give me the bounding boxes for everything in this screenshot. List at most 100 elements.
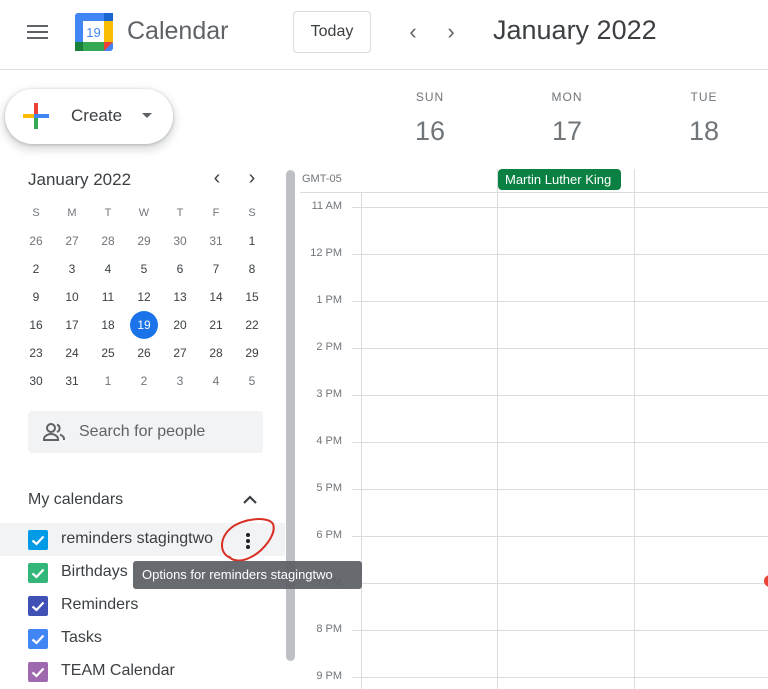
calendar-item[interactable]: TEAM Calendar: [0, 655, 285, 688]
mini-day[interactable]: 13: [162, 283, 198, 311]
chevron-left-icon: ‹: [409, 19, 417, 44]
search-people-placeholder: Search for people: [79, 423, 206, 440]
weekday-label: T: [104, 207, 112, 219]
hour-gridline: [352, 207, 768, 208]
mini-day[interactable]: 8: [234, 255, 270, 283]
day-header: MON 17: [499, 90, 635, 147]
mini-calendar-next-button[interactable]: ›: [240, 167, 264, 191]
weekday-label: T: [176, 207, 184, 219]
hamburger-line: [27, 31, 48, 33]
mini-day[interactable]: 23: [18, 339, 54, 367]
mini-day[interactable]: 11: [90, 283, 126, 311]
calendar-checkbox[interactable]: [28, 662, 48, 682]
hour-gridline: [352, 254, 768, 255]
mini-day[interactable]: 29: [234, 339, 270, 367]
more-vert-icon: [246, 533, 250, 537]
hour-gridline: [352, 395, 768, 396]
mini-day[interactable]: 28: [90, 227, 126, 255]
calendar-checkbox[interactable]: [28, 563, 48, 583]
week-row: 30 31 1 2 3 4 5: [18, 367, 270, 395]
mini-day[interactable]: 26: [18, 227, 54, 255]
mini-day[interactable]: 3: [54, 255, 90, 283]
hour-label: 8 PM: [316, 623, 342, 635]
main-menu-button[interactable]: [22, 20, 52, 50]
day-number[interactable]: 17: [499, 116, 635, 147]
mini-day[interactable]: 14: [198, 283, 234, 311]
day-number[interactable]: 18: [636, 116, 768, 147]
mini-day[interactable]: 5: [234, 367, 270, 395]
plus-icon: [23, 103, 49, 129]
mini-day[interactable]: 18: [90, 311, 126, 339]
mini-day[interactable]: 3: [162, 367, 198, 395]
mini-day[interactable]: 26: [126, 339, 162, 367]
hour-label: 3 PM: [316, 388, 342, 400]
mini-day[interactable]: 21: [198, 311, 234, 339]
mini-calendar-prev-button[interactable]: ‹: [205, 167, 229, 191]
mini-day-today[interactable]: 19: [126, 311, 162, 339]
mini-day[interactable]: 2: [18, 255, 54, 283]
weekday-label: M: [67, 207, 77, 219]
all-day-divider: [300, 192, 768, 193]
calendar-checkbox[interactable]: [28, 629, 48, 649]
my-calendars-collapse-button[interactable]: [238, 488, 262, 512]
mini-day[interactable]: 20: [162, 311, 198, 339]
day-of-week-label: TUE: [690, 90, 718, 104]
create-button[interactable]: Create: [5, 89, 173, 144]
hour-gridline: [352, 301, 768, 302]
all-day-event-chip[interactable]: Martin Luther King: [498, 169, 621, 190]
mini-day[interactable]: 9: [18, 283, 54, 311]
mini-day[interactable]: 27: [54, 227, 90, 255]
previous-period-button[interactable]: ‹: [398, 18, 428, 48]
hour-label: 6 PM: [316, 529, 342, 541]
calendar-item[interactable]: reminders stagingtwo: [0, 523, 285, 556]
mini-day[interactable]: 2: [126, 367, 162, 395]
hour-gridline: [352, 583, 768, 584]
mini-day[interactable]: 31: [198, 227, 234, 255]
calendar-item[interactable]: Reminders: [0, 589, 285, 622]
mini-day[interactable]: 16: [18, 311, 54, 339]
current-period-title: January 2022: [493, 15, 657, 45]
mini-day[interactable]: 27: [162, 339, 198, 367]
next-period-button[interactable]: ›: [436, 18, 466, 48]
mini-day[interactable]: 24: [54, 339, 90, 367]
day-header: TUE 18: [636, 90, 768, 147]
caret-down-icon[interactable]: [142, 113, 152, 118]
calendar-options-button[interactable]: [238, 528, 258, 552]
mini-day[interactable]: 4: [90, 255, 126, 283]
mini-day[interactable]: 22: [234, 311, 270, 339]
hour-gridline: [352, 489, 768, 490]
mini-day[interactable]: 5: [126, 255, 162, 283]
mini-day[interactable]: 30: [18, 367, 54, 395]
mini-day[interactable]: 17: [54, 311, 90, 339]
mini-day[interactable]: 1: [234, 227, 270, 255]
week-row: 2345678: [18, 255, 270, 283]
day-header: SUN 16: [362, 90, 498, 147]
mini-day[interactable]: 7: [198, 255, 234, 283]
mini-day[interactable]: 28: [198, 339, 234, 367]
checkmark-icon: [31, 535, 45, 546]
mini-day[interactable]: 4: [198, 367, 234, 395]
mini-day[interactable]: 10: [54, 283, 90, 311]
hour-gridline: [352, 677, 768, 678]
weekday-label: S: [248, 207, 256, 219]
calendar-item[interactable]: Tasks: [0, 622, 285, 655]
hour-label: 12 PM: [310, 247, 342, 259]
more-vert-icon: [246, 545, 250, 549]
calendar-label: Tasks: [61, 629, 102, 646]
hour-label: 5 PM: [316, 482, 342, 494]
mini-day[interactable]: 15: [234, 283, 270, 311]
calendar-checkbox[interactable]: [28, 596, 48, 616]
search-people-input[interactable]: Search for people: [28, 411, 263, 453]
mini-day[interactable]: 29: [126, 227, 162, 255]
mini-day[interactable]: 30: [162, 227, 198, 255]
day-number[interactable]: 16: [362, 116, 498, 147]
today-button[interactable]: Today: [293, 11, 371, 53]
day-of-week-label: MON: [551, 90, 583, 104]
mini-day[interactable]: 6: [162, 255, 198, 283]
calendar-checkbox[interactable]: [28, 530, 48, 550]
mini-day[interactable]: 12: [126, 283, 162, 311]
mini-day[interactable]: 25: [90, 339, 126, 367]
mini-day[interactable]: 1: [90, 367, 126, 395]
more-vert-icon: [246, 539, 250, 543]
mini-day[interactable]: 31: [54, 367, 90, 395]
